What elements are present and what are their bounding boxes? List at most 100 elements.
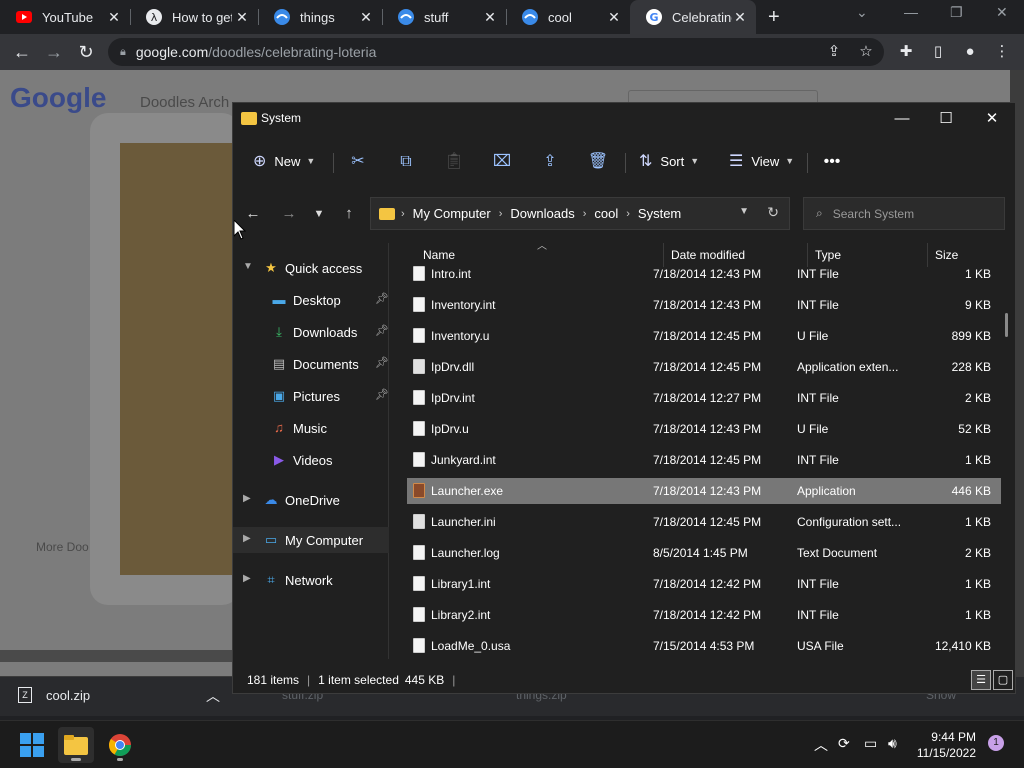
reload-icon[interactable]: ↻: [74, 40, 98, 64]
omnibox[interactable]: 🔒︎ google.com/doodles/celebrating-loteri…: [108, 38, 884, 66]
close-icon[interactable]: ✕: [106, 9, 122, 25]
doodles-archive-link[interactable]: Doodles Arch: [140, 94, 229, 111]
notification-badge[interactable]: 1: [988, 735, 1004, 751]
file-row[interactable]: Launcher.log 8/5/2014 1:45 PM Text Documen…: [407, 540, 1001, 566]
paste-icon[interactable]: 📋︎: [443, 151, 465, 173]
file-row[interactable]: Library1.int 7/18/2014 12:42 PM INT File 1 …: [407, 571, 1001, 597]
tab-cool[interactable]: cool ✕: [506, 0, 630, 34]
volume-icon[interactable]: 🔊︎: [888, 735, 897, 752]
sort-button[interactable]: ⇅ Sort ▼: [639, 149, 699, 173]
file-row[interactable]: IpDrv.dll 7/18/2014 12:45 PM Application e…: [407, 354, 1001, 380]
tab-stuff[interactable]: stuff ✕: [382, 0, 506, 34]
nav-item-quick-access[interactable]: ▼ ★ Quick access: [233, 255, 389, 281]
new-tab-button[interactable]: +: [768, 7, 780, 27]
chevron-right-icon[interactable]: ▶: [243, 533, 251, 544]
file-row[interactable]: Library2.int 7/18/2014 12:42 PM INT File 1 …: [407, 602, 1001, 628]
kebab-menu-icon[interactable]: ⋮: [992, 42, 1012, 62]
chevron-right-icon[interactable]: ▶: [243, 493, 251, 504]
close-icon[interactable]: ✕: [732, 9, 748, 25]
start-button[interactable]: [14, 727, 50, 763]
pin-icon[interactable]: 📌︎: [375, 292, 389, 305]
forward-arrow-icon[interactable]: →: [277, 202, 301, 226]
nav-item-pictures[interactable]: ▣ Pictures 📌︎: [233, 383, 389, 409]
recent-locations-chevron-icon[interactable]: ▼: [307, 202, 331, 226]
breadcrumb-my-computer[interactable]: My Computer: [413, 206, 491, 221]
chevron-up-icon[interactable]: ︿: [206, 686, 220, 706]
tab-youtube[interactable]: YouTube ✕: [0, 0, 130, 34]
file-row[interactable]: Launcher.exe 7/18/2014 12:43 PM Applicatio…: [407, 478, 1001, 504]
more-doodles-link[interactable]: More Doo: [36, 540, 89, 554]
file-row[interactable]: LoadMe_0.usa 7/15/2014 4:53 PM USA File 12,…: [407, 633, 1001, 659]
nav-item-onedrive[interactable]: ▶ ☁ OneDrive: [233, 487, 389, 513]
forward-arrow-icon[interactable]: →: [42, 40, 66, 64]
restore-icon[interactable]: ❐: [950, 4, 963, 21]
back-arrow-icon[interactable]: ←: [10, 40, 34, 64]
doodle-image[interactable]: [120, 143, 240, 575]
refresh-icon[interactable]: ↻: [767, 204, 779, 221]
file-row[interactable]: Launcher.ini 7/18/2014 12:45 PM Configurat…: [407, 509, 1001, 535]
page-horizontal-scrollbar[interactable]: [0, 650, 232, 662]
taskbar-file-explorer[interactable]: [58, 727, 94, 763]
nav-item-music[interactable]: ♫ Music: [233, 415, 389, 441]
address-bar[interactable]: › My Computer › Downloads › cool › Syste…: [370, 197, 790, 230]
up-arrow-icon[interactable]: ↑: [337, 202, 361, 226]
minimize-icon[interactable]: —: [904, 4, 918, 20]
details-view-icon[interactable]: ☰: [971, 670, 991, 690]
search-input[interactable]: ⌕ Search System: [803, 197, 1005, 230]
copy-icon[interactable]: ⧉: [395, 151, 417, 173]
file-row[interactable]: Inventory.int 7/18/2014 12:43 PM INT File 9…: [407, 292, 1001, 318]
view-button[interactable]: ☰ View ▼: [729, 149, 794, 173]
nav-item-network[interactable]: ▶ ⌗ Network: [233, 567, 389, 593]
clock[interactable]: 9:44 PM 11/15/2022: [912, 729, 976, 761]
nav-item-downloads[interactable]: ⤓ Downloads 📌︎: [233, 319, 389, 345]
breadcrumb-system[interactable]: System: [638, 206, 681, 221]
close-icon[interactable]: ✕: [234, 9, 250, 25]
sync-icon[interactable]: ⟳: [838, 735, 850, 752]
file-row[interactable]: IpDrv.u 7/18/2014 12:43 PM U File 52 KB: [407, 416, 1001, 442]
bookmark-star-icon[interactable]: ☆: [856, 42, 876, 62]
pin-icon[interactable]: 📌︎: [375, 324, 389, 337]
chevron-down-icon[interactable]: ▼: [739, 206, 749, 217]
nav-item-documents[interactable]: ▤ Documents 📌︎: [233, 351, 389, 377]
network-tray-icon[interactable]: ▭: [864, 735, 877, 752]
close-icon[interactable]: ✕: [606, 9, 622, 25]
breadcrumb-downloads[interactable]: Downloads: [510, 206, 574, 221]
more-options-icon[interactable]: •••: [821, 151, 843, 173]
close-window-icon[interactable]: ✕: [996, 4, 1008, 21]
share-icon[interactable]: ⇪: [824, 42, 844, 62]
taskbar-chrome[interactable]: [102, 727, 138, 763]
tab-celebrating[interactable]: G Celebrating ✕: [630, 0, 756, 34]
google-logo[interactable]: Google: [10, 82, 106, 114]
list-scrollbar-thumb[interactable]: [1005, 313, 1008, 337]
profile-icon[interactable]: ●: [960, 42, 980, 62]
file-row[interactable]: IpDrv.int 7/18/2014 12:27 PM INT File 2 KB: [407, 385, 1001, 411]
large-icons-view-icon[interactable]: ▢: [993, 670, 1013, 690]
file-row[interactable]: Junkyard.int 7/18/2014 12:45 PM INT File 1 …: [407, 447, 1001, 473]
close-icon[interactable]: ✕: [969, 107, 1015, 131]
extensions-icon[interactable]: ✚: [896, 42, 916, 62]
delete-icon[interactable]: 🗑︎: [587, 151, 609, 173]
close-icon[interactable]: ✕: [358, 9, 374, 25]
minimize-icon[interactable]: —: [879, 107, 925, 131]
new-button[interactable]: ⊕ New ▼: [253, 149, 315, 173]
nav-item-videos[interactable]: ▶ Videos: [233, 447, 389, 473]
tab-search-icon[interactable]: ⌄: [856, 4, 868, 21]
tab-things[interactable]: things ✕: [258, 0, 382, 34]
close-icon[interactable]: ✕: [482, 9, 498, 25]
chevron-down-icon[interactable]: ▼: [243, 261, 253, 272]
file-row[interactable]: Inventory.u 7/18/2014 12:45 PM U File 899 K…: [407, 323, 1001, 349]
pin-icon[interactable]: 📌︎: [375, 388, 389, 401]
nav-item-desktop[interactable]: ▬ Desktop 📌︎: [233, 287, 389, 313]
pin-icon[interactable]: 📌︎: [375, 356, 389, 369]
nav-item-my-computer[interactable]: ▶ ▭ My Computer: [233, 527, 389, 553]
chevron-up-icon[interactable]: ︿: [814, 735, 828, 755]
download-item-cool-zip[interactable]: Z cool.zip: [18, 687, 90, 703]
tab-how-to-get[interactable]: λ How to get ✕: [130, 0, 258, 34]
cut-icon[interactable]: ✂: [347, 151, 369, 173]
side-panel-icon[interactable]: ▯: [928, 42, 948, 62]
rename-icon[interactable]: ⌧: [491, 151, 513, 173]
chevron-right-icon[interactable]: ▶: [243, 573, 251, 584]
breadcrumb-cool[interactable]: cool: [594, 206, 618, 221]
share-icon[interactable]: ⇪: [539, 151, 561, 173]
file-row[interactable]: Intro.int 7/18/2014 12:43 PM INT File 1 KB: [407, 261, 1001, 287]
